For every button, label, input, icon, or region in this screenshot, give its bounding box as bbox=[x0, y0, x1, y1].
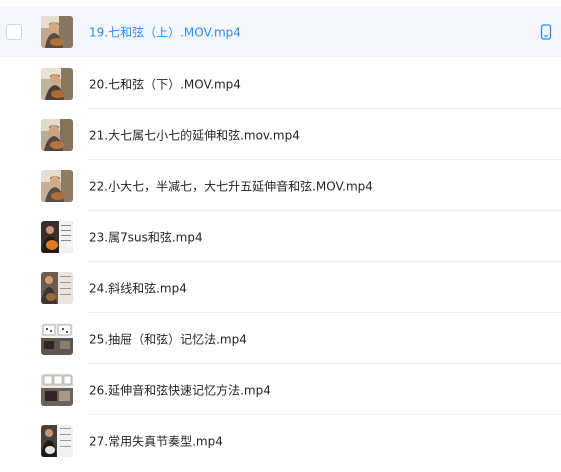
file-row[interactable]: 19.七和弦（上）.MOV.mp4 bbox=[0, 6, 561, 57]
file-row[interactable]: 22.小大七，半减七，大七升五延伸音和弦.MOV.mp4 bbox=[0, 160, 561, 211]
mobile-device-icon[interactable] bbox=[539, 23, 553, 40]
file-row[interactable]: 27.常用失真节奏型.mp4 bbox=[0, 415, 561, 466]
file-row[interactable]: 20.七和弦（下）.MOV.mp4 bbox=[0, 58, 561, 109]
file-name[interactable]: 20.七和弦（下）.MOV.mp4 bbox=[89, 75, 241, 92]
video-thumbnail-icon bbox=[41, 220, 73, 253]
file-name[interactable]: 24.斜线和弦.mp4 bbox=[89, 279, 187, 296]
video-thumbnail-icon bbox=[41, 373, 73, 406]
file-name[interactable]: 22.小大七，半减七，大七升五延伸音和弦.MOV.mp4 bbox=[89, 177, 373, 194]
file-row[interactable]: 24.斜线和弦.mp4 bbox=[0, 262, 561, 313]
video-thumbnail-icon bbox=[41, 15, 73, 48]
video-thumbnail-icon bbox=[41, 424, 73, 457]
video-thumbnail-icon bbox=[41, 322, 73, 355]
video-thumbnail-icon bbox=[41, 169, 73, 202]
video-thumbnail-icon bbox=[41, 118, 73, 151]
file-name[interactable]: 26.延伸音和弦快速记忆方法.mp4 bbox=[89, 381, 271, 398]
file-name[interactable]: 23.属7sus和弦.mp4 bbox=[89, 228, 203, 245]
file-name[interactable]: 21.大七属七小七的延伸和弦.mov.mp4 bbox=[89, 126, 300, 143]
file-row[interactable]: 23.属7sus和弦.mp4 bbox=[0, 211, 561, 262]
file-name[interactable]: 25.抽屉（和弦）记忆法.mp4 bbox=[89, 330, 247, 347]
file-row[interactable]: 21.大七属七小七的延伸和弦.mov.mp4 bbox=[0, 109, 561, 160]
video-thumbnail-icon bbox=[41, 67, 73, 100]
row-checkbox[interactable] bbox=[6, 23, 22, 40]
file-name[interactable]: 19.七和弦（上）.MOV.mp4 bbox=[89, 23, 241, 40]
file-row[interactable]: 26.延伸音和弦快速记忆方法.mp4 bbox=[0, 364, 561, 415]
file-list: 19.七和弦（上）.MOV.mp4 20.七和弦（下）.MOV.mp4 21.大… bbox=[0, 0, 561, 472]
video-thumbnail-icon bbox=[41, 271, 73, 304]
file-name[interactable]: 27.常用失真节奏型.mp4 bbox=[89, 432, 223, 449]
file-row[interactable]: 25.抽屉（和弦）记忆法.mp4 bbox=[0, 313, 561, 364]
